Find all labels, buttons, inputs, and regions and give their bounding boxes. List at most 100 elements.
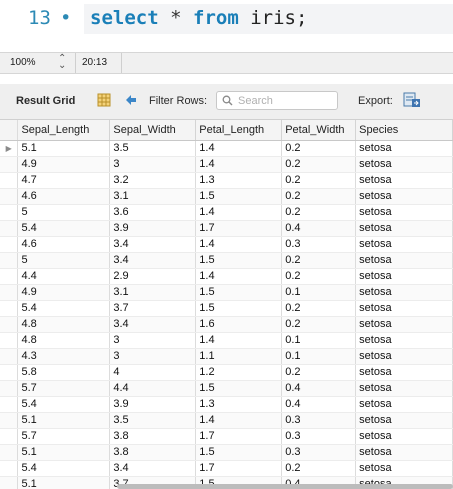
table-row[interactable]: 5.4 3.7 1.5 0.2 setosa [0, 300, 453, 317]
table-cell[interactable]: 1.4 [195, 332, 283, 349]
table-cell[interactable]: 1.5 [195, 300, 283, 317]
table-row[interactable]: 4.7 3.2 1.3 0.2 setosa [0, 172, 453, 189]
table-cell[interactable]: 0.2 [281, 204, 357, 221]
table-row[interactable]: 4.3 3 1.1 0.1 setosa [0, 348, 453, 365]
table-cell[interactable]: 1.4 [195, 140, 283, 157]
table-cell[interactable]: 5.1 [17, 140, 111, 157]
horizontal-scrollbar[interactable] [117, 484, 453, 489]
table-row[interactable]: 4.8 3 1.4 0.1 setosa [0, 332, 453, 349]
table-cell[interactable]: 3.8 [109, 444, 197, 461]
grid-icon[interactable] [97, 93, 111, 107]
table-cell[interactable]: 4.4 [17, 268, 111, 285]
table-row[interactable]: 5.7 4.4 1.5 0.4 setosa [0, 380, 453, 397]
table-cell[interactable]: 3.4 [109, 316, 197, 333]
table-cell[interactable]: 5.4 [17, 220, 111, 237]
table-row[interactable]: 5.8 4 1.2 0.2 setosa [0, 364, 453, 381]
table-row[interactable]: 4.6 3.1 1.5 0.2 setosa [0, 188, 453, 205]
table-row[interactable]: 5.1 3.5 1.4 0.3 setosa [0, 412, 453, 429]
table-cell[interactable]: 5.7 [17, 428, 111, 445]
search-input[interactable] [238, 93, 334, 108]
table-cell[interactable]: setosa [355, 204, 453, 221]
table-cell[interactable]: setosa [355, 460, 453, 477]
table-cell[interactable]: 1.5 [195, 188, 283, 205]
table-cell[interactable]: 1.5 [195, 284, 283, 301]
column-header[interactable]: Petal_Width [281, 120, 357, 141]
table-cell[interactable]: 5.1 [17, 476, 111, 489]
table-cell[interactable]: 5.4 [17, 396, 111, 413]
column-header[interactable]: Sepal_Width [109, 120, 197, 141]
table-cell[interactable]: 1.3 [195, 396, 283, 413]
table-cell[interactable]: 5.1 [17, 412, 111, 429]
column-header[interactable]: Sepal_Length [17, 120, 111, 141]
table-cell[interactable]: 0.2 [281, 156, 357, 173]
column-header[interactable]: Petal_Length [195, 120, 283, 141]
table-cell[interactable]: 4.6 [17, 188, 111, 205]
filter-search-box[interactable] [216, 91, 338, 110]
table-cell[interactable]: setosa [355, 380, 453, 397]
table-cell[interactable]: setosa [355, 140, 453, 157]
table-cell[interactable]: 0.2 [281, 188, 357, 205]
table-cell[interactable]: 3.5 [109, 140, 197, 157]
table-cell[interactable]: 0.3 [281, 236, 357, 253]
table-cell[interactable]: 1.4 [195, 156, 283, 173]
table-cell[interactable]: 0.3 [281, 444, 357, 461]
table-cell[interactable]: 4.6 [17, 236, 111, 253]
table-cell[interactable]: 0.2 [281, 300, 357, 317]
table-cell[interactable]: 4.9 [17, 284, 111, 301]
table-cell[interactable]: 0.2 [281, 460, 357, 477]
table-cell[interactable]: 4.3 [17, 348, 111, 365]
table-cell[interactable]: setosa [355, 412, 453, 429]
table-cell[interactable]: 0.1 [281, 348, 357, 365]
table-cell[interactable]: 4.8 [17, 316, 111, 333]
zoom-select[interactable]: 100% ⌃ ⌄ [0, 53, 76, 73]
table-cell[interactable]: setosa [355, 364, 453, 381]
table-cell[interactable]: 5.7 [17, 380, 111, 397]
table-cell[interactable]: 0.2 [281, 252, 357, 269]
table-cell[interactable]: setosa [355, 316, 453, 333]
table-cell[interactable]: 5.8 [17, 364, 111, 381]
table-cell[interactable]: setosa [355, 444, 453, 461]
table-cell[interactable]: 4.9 [17, 156, 111, 173]
table-cell[interactable]: 0.1 [281, 284, 357, 301]
table-cell[interactable]: 3.5 [109, 412, 197, 429]
table-row[interactable]: 5.1 3.8 1.5 0.3 setosa [0, 444, 453, 461]
table-cell[interactable]: 0.4 [281, 380, 357, 397]
table-row[interactable]: 5 3.6 1.4 0.2 setosa [0, 204, 453, 221]
table-cell[interactable]: 3.4 [109, 236, 197, 253]
table-cell[interactable]: 1.7 [195, 220, 283, 237]
table-cell[interactable]: 3.9 [109, 396, 197, 413]
table-cell[interactable]: 4 [109, 364, 197, 381]
table-cell[interactable]: 1.7 [195, 428, 283, 445]
stepper-icon[interactable]: ⌃ ⌄ [58, 54, 66, 71]
table-cell[interactable]: 5 [17, 252, 111, 269]
table-row[interactable]: 4.9 3.1 1.5 0.1 setosa [0, 284, 453, 301]
table-cell[interactable]: 1.7 [195, 460, 283, 477]
table-row[interactable]: 4.6 3.4 1.4 0.3 setosa [0, 236, 453, 253]
table-row[interactable]: 4.9 3 1.4 0.2 setosa [0, 156, 453, 173]
table-cell[interactable]: 2.9 [109, 268, 197, 285]
table-cell[interactable]: 0.3 [281, 412, 357, 429]
table-cell[interactable]: 1.3 [195, 172, 283, 189]
table-cell[interactable]: 4.8 [17, 332, 111, 349]
table-cell[interactable]: 0.2 [281, 364, 357, 381]
table-cell[interactable]: 0.2 [281, 140, 357, 157]
table-cell[interactable]: 3.2 [109, 172, 197, 189]
table-cell[interactable]: 0.4 [281, 396, 357, 413]
table-cell[interactable]: 5.4 [17, 300, 111, 317]
table-cell[interactable]: setosa [355, 284, 453, 301]
table-cell[interactable]: setosa [355, 268, 453, 285]
table-cell[interactable]: 0.2 [281, 316, 357, 333]
table-cell[interactable]: 1.5 [195, 252, 283, 269]
table-cell[interactable]: 3.9 [109, 220, 197, 237]
table-cell[interactable]: setosa [355, 428, 453, 445]
table-cell[interactable]: 3.6 [109, 204, 197, 221]
table-cell[interactable]: setosa [355, 220, 453, 237]
export-icon[interactable] [403, 92, 421, 108]
table-cell[interactable]: setosa [355, 332, 453, 349]
table-cell[interactable]: setosa [355, 156, 453, 173]
table-cell[interactable]: 4.4 [109, 380, 197, 397]
table-row[interactable]: 5.4 3.9 1.3 0.4 setosa [0, 396, 453, 413]
table-cell[interactable]: setosa [355, 188, 453, 205]
table-cell[interactable]: 1.4 [195, 268, 283, 285]
table-cell[interactable]: 3 [109, 156, 197, 173]
